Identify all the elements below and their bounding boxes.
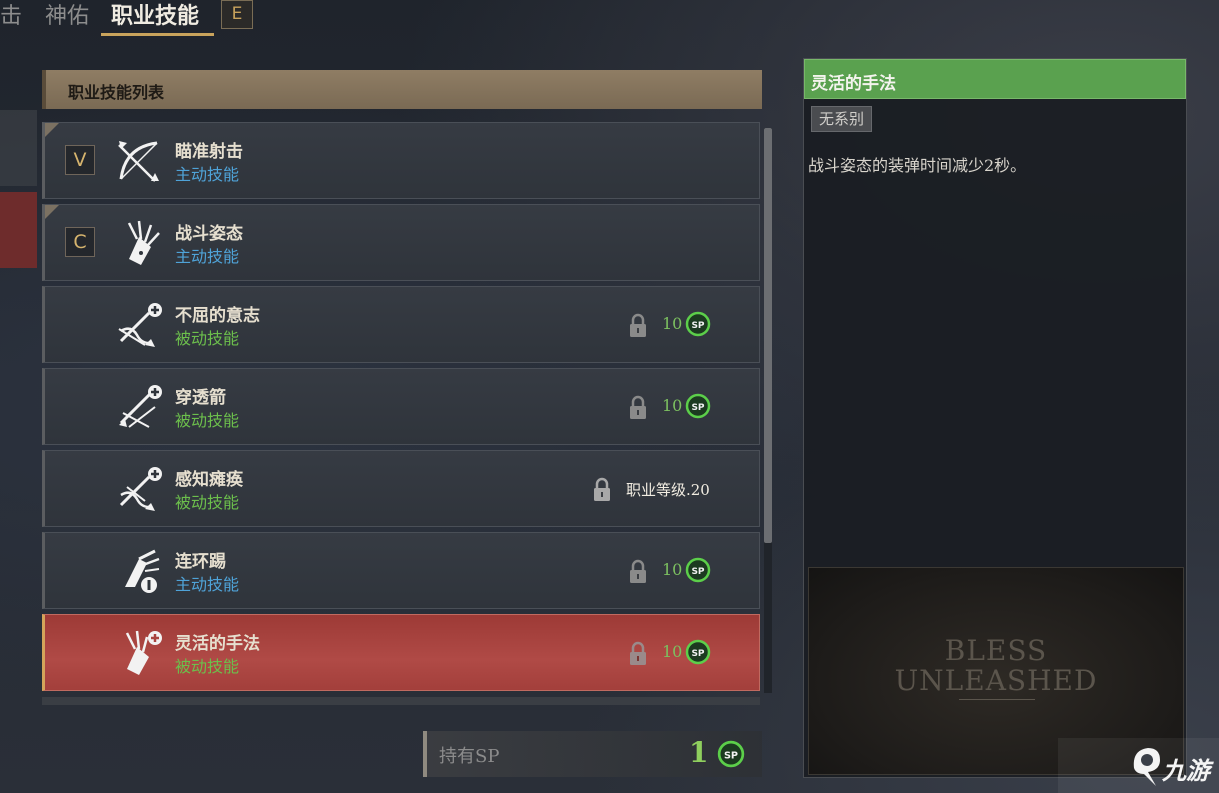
svg-text:SP: SP [724,750,738,761]
row-corner-marker [45,205,59,219]
sp-coin-icon: SP [717,740,745,768]
skill-row[interactable]: C 战斗姿态 主动技能 [42,204,760,281]
skill-list-title: 职业技能列表 [68,83,165,102]
held-sp-panel: 持有SP 1 SP [423,731,762,777]
site-watermark: 九游 [1058,738,1219,793]
lock-icon [630,559,646,583]
skill-name: 灵活的手法 [175,634,260,654]
watermark-text: 九游 [1162,757,1210,785]
lock-icon [630,641,646,665]
arrows-plus-icon [118,303,162,347]
level-requirement: 职业等级.20 [626,481,710,499]
skill-type: 主动技能 [175,247,240,266]
row-corner-marker [45,123,59,137]
skill-type: 被动技能 [175,329,240,348]
skill-name: 不屈的意志 [175,306,260,326]
skill-row[interactable]: V 瞄准射击 主动技能 [42,122,760,199]
skill-row-selected[interactable]: 灵活的手法 被动技能 10 SP [42,614,760,691]
lock-icon [630,395,646,419]
detail-skill-name: 灵活的手法 [811,74,896,94]
held-sp-label: 持有SP [439,746,500,767]
skill-type: 主动技能 [175,165,240,184]
lock-icon [630,313,646,337]
skill-detail-panel: 灵活的手法 无系别 战斗姿态的装弹时间减少2秒。 BLESS UNLEASHED [803,58,1187,778]
svg-text:SP: SP [691,567,704,577]
svg-text:SP: SP [691,403,704,413]
skill-list-scrollbar[interactable] [764,128,772,693]
logo-ornament [959,699,1035,700]
active-tab-underline [101,33,214,36]
sp-cost: 10 [662,314,683,333]
skill-type: 主动技能 [175,575,240,594]
skill-row[interactable]: 连环踢 主动技能 10 SP [42,532,760,609]
skill-name: 战斗姿态 [175,224,243,244]
skill-name: 连环踢 [175,552,226,572]
kick-icon [125,549,160,593]
skill-type: 被动技能 [175,411,240,430]
skill-list-header: 职业技能列表 [42,70,762,109]
held-sp-value: 1 [689,736,709,769]
lock-icon [594,477,610,501]
sp-coin-icon: SP [685,311,711,337]
skill-type: 被动技能 [175,657,240,676]
tab-blessing[interactable]: 神佑 [45,0,89,30]
sp-coin-icon: SP [685,639,711,665]
svg-text:SP: SP [691,649,704,659]
sp-cost: 10 [662,642,683,661]
arrows-plus-icon [119,385,162,428]
skill-row[interactable]: 不屈的意志 被动技能 10 SP [42,286,760,363]
detail-title-bar: 灵活的手法 [804,59,1186,99]
skill-row[interactable]: 穿透箭 被动技能 10 SP [42,368,760,445]
sp-coin-icon: SP [685,557,711,583]
sp-cost: 10 [662,396,683,415]
hotkey-badge: C [65,227,95,257]
bow-arrows-icon [118,141,159,182]
sp-coin-icon: SP [685,393,711,419]
svg-text:SP: SP [691,321,704,331]
sp-cost: 10 [662,560,683,579]
arrows-plus-icon [119,467,162,511]
quiver-icon [127,220,160,265]
watermark-logo-icon [1133,748,1160,786]
skill-name: 瞄准射击 [175,142,243,162]
next-row-edge [42,697,760,705]
skill-name: 感知瘫痪 [175,470,243,490]
hotkey-badge: V [65,145,95,175]
tab-attack[interactable]: 击 [0,0,22,30]
skill-name: 穿透箭 [175,388,226,408]
skill-school-tag: 无系别 [811,106,873,132]
tab-hotkey-e: E [221,0,253,29]
skill-type: 被动技能 [175,493,240,512]
quiver-plus-icon [125,630,162,675]
skill-description: 战斗姿态的装弹时间减少2秒。 [808,156,1027,175]
tab-class-skills[interactable]: 职业技能 [111,0,199,30]
game-logo: BLESS UNLEASHED [894,634,1098,697]
side-panel-fragment-selected [0,192,37,268]
side-panel-fragment [0,110,37,186]
skill-row[interactable]: 感知瘫痪 被动技能 职业等级.20 [42,450,760,527]
scrollbar-thumb[interactable] [764,128,772,543]
